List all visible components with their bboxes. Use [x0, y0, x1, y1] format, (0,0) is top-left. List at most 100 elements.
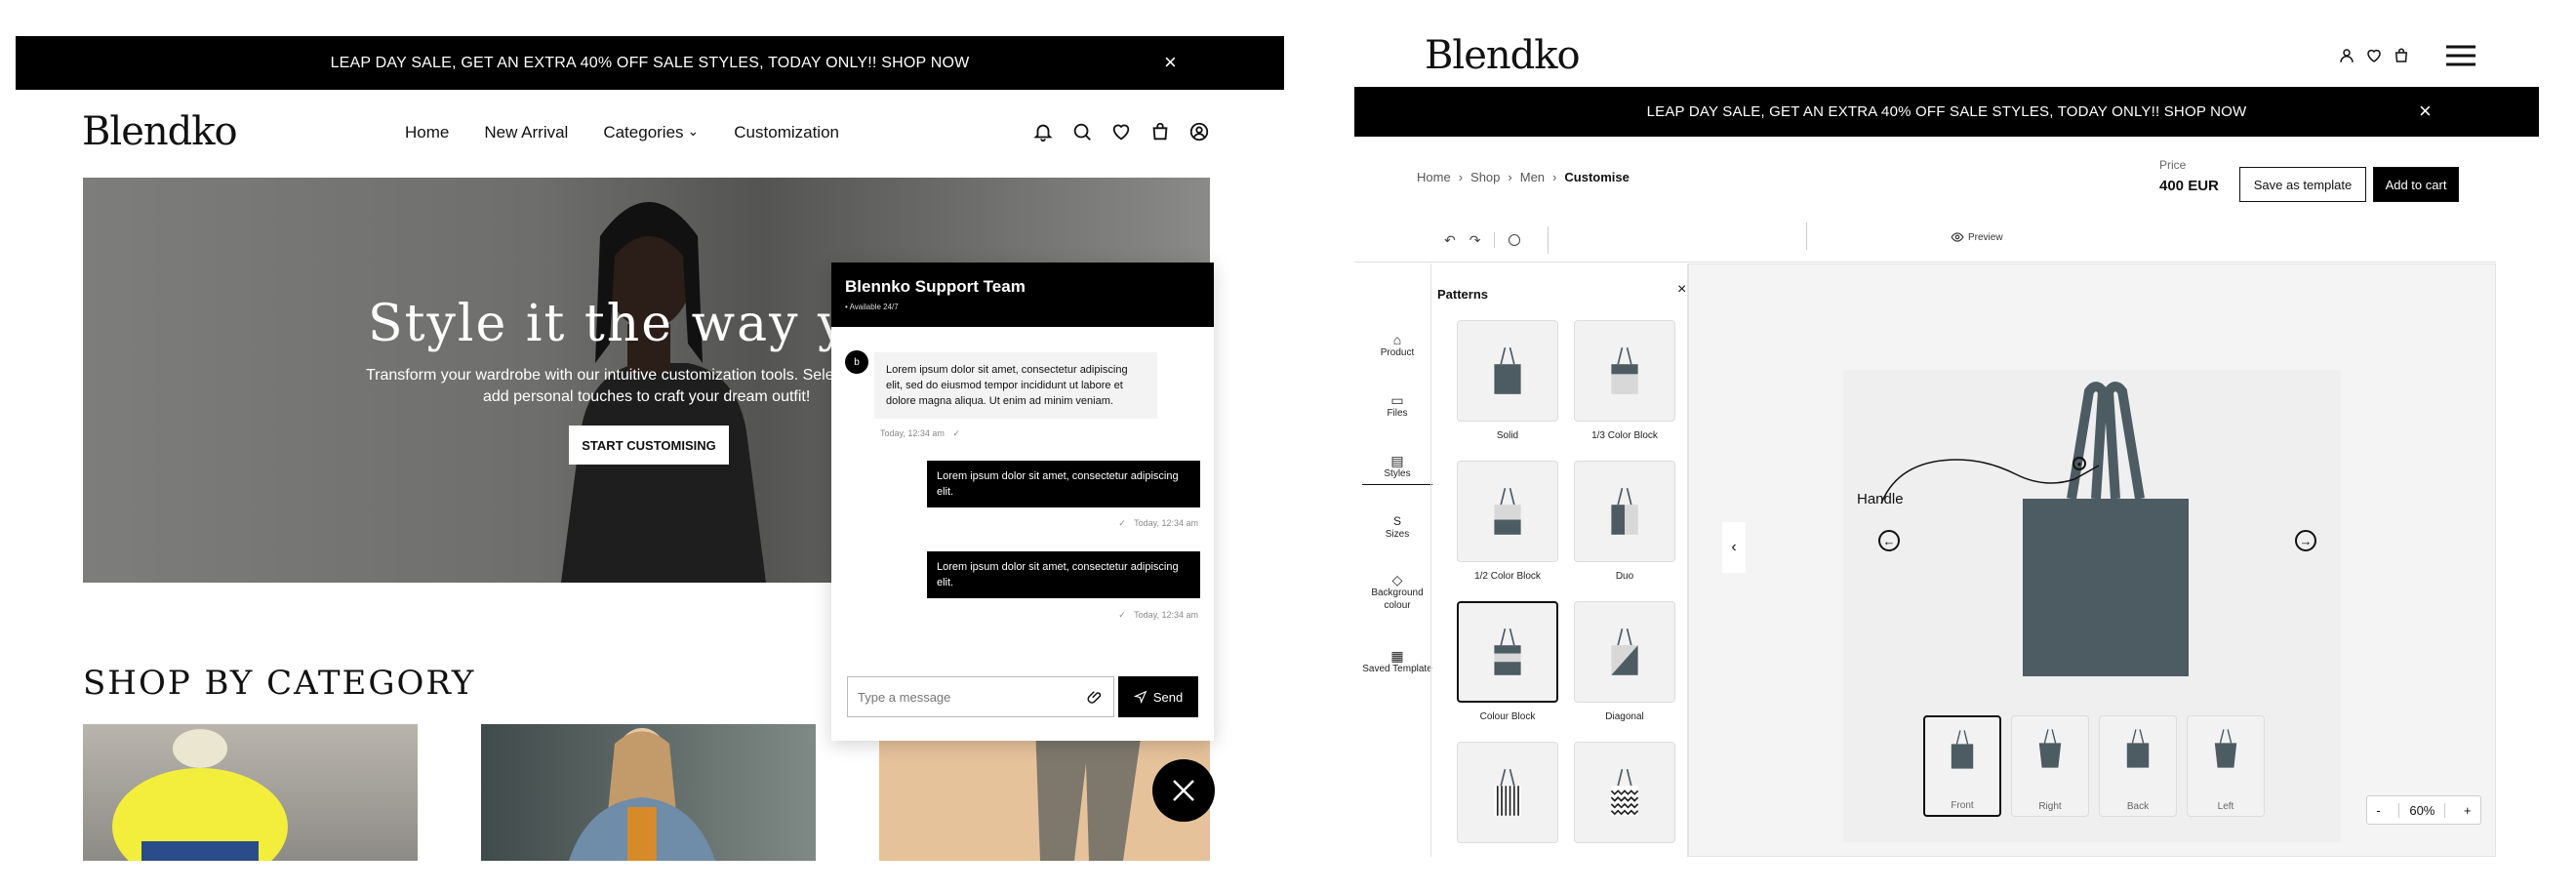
message-input[interactable] — [858, 689, 1072, 705]
save-as-template-button[interactable]: Save as template — [2239, 167, 2366, 202]
promo-close-button[interactable]: × — [1164, 52, 1177, 73]
search-icon[interactable] — [1071, 121, 1093, 142]
tote-right-icon — [2038, 729, 2062, 768]
handle-annotation-line — [1880, 459, 2100, 505]
sidebar-item-product[interactable]: ⌂ Product — [1362, 332, 1432, 359]
send-label: Send — [1152, 689, 1184, 705]
pattern-one-third-block[interactable] — [1574, 320, 1675, 422]
nav-home[interactable]: Home — [405, 123, 449, 142]
view-back[interactable]: Back — [2099, 715, 2177, 817]
chat-title: Blennko Support Team — [845, 277, 1026, 296]
bag-icon[interactable] — [1149, 121, 1171, 142]
heart-icon[interactable] — [1110, 121, 1132, 142]
outgoing-message-2: Lorem ipsum dolor sit amet, consectetur … — [927, 551, 1200, 598]
tote-duo-icon — [1611, 487, 1638, 535]
logo[interactable]: Blendko — [82, 109, 238, 154]
pattern-label-one-third-block: 1/3 Color Block — [1591, 430, 1658, 441]
nav-new-arrival[interactable]: New Arrival — [484, 123, 568, 142]
undo-icon[interactable]: ↶ — [1444, 232, 1456, 249]
canvas-prev-button[interactable]: ‹ — [1722, 522, 1746, 573]
sidebar-item-background-colour[interactable]: ◇ Background colour — [1362, 573, 1432, 612]
styles-icon: ▤ — [1390, 453, 1404, 468]
sidebar-item-styles[interactable]: ▤ Styles — [1362, 453, 1432, 485]
outgoing-message-1: Lorem ipsum dolor sit amet, consectetur … — [927, 461, 1200, 507]
handle-annotation-label: Handle — [1857, 491, 1904, 507]
category-image-denim-jacket — [569, 728, 715, 861]
outgoing-time-1: ✓ Today, 12:34 am — [1118, 518, 1198, 529]
pattern-diagonal[interactable] — [1574, 601, 1675, 703]
price-label: Price — [2159, 158, 2187, 172]
chevron-right-icon: › — [1552, 170, 1557, 184]
rotate-left-button[interactable]: ← — [1878, 530, 1900, 551]
promo-bar: LEAP DAY SALE, GET AN EXTRA 40% OFF SALE… — [16, 36, 1284, 90]
breadcrumb-customise: Customise — [1564, 170, 1630, 184]
pattern-colour-block[interactable] — [1457, 601, 1558, 703]
shop-by-category-title: SHOP BY CATEGORY — [83, 664, 476, 703]
editor-sidebar: ⌂ Product ▭ Files ▤ Styles S Sizes ◇ Bac… — [1362, 264, 1432, 859]
close-icon — [1173, 780, 1194, 801]
nav-customization[interactable]: Customization — [734, 123, 839, 142]
add-to-cart-button[interactable]: Add to cart — [2373, 167, 2459, 202]
pattern-half-block[interactable] — [1457, 461, 1558, 562]
category-card-1[interactable] — [83, 724, 418, 861]
nav-categories-label: Categories — [603, 123, 684, 142]
incoming-time: Today, 12:34 am ✓ — [880, 428, 960, 439]
eye-icon — [1951, 232, 1964, 242]
preview-button[interactable]: Preview — [1951, 230, 2003, 244]
pattern-duo[interactable] — [1574, 461, 1675, 562]
toolbar-divider-2 — [1806, 223, 1807, 250]
start-customising-button[interactable]: START CUSTOMISING — [569, 426, 729, 465]
pattern-label-half-block: 1/2 Color Block — [1474, 571, 1541, 582]
attach-icon[interactable] — [1086, 688, 1104, 706]
message-input-box — [847, 676, 1114, 717]
pattern-stripes[interactable] — [1457, 742, 1558, 843]
zoom-in-button[interactable]: + — [2464, 803, 2472, 818]
user-icon[interactable] — [1188, 121, 1210, 142]
tag-icon: ⌂ — [1392, 332, 1402, 347]
breadcrumb-home[interactable]: Home — [1417, 170, 1451, 184]
customiser-logo[interactable]: Blendko — [1425, 33, 1581, 78]
chat-toggle-button[interactable] — [1152, 759, 1215, 822]
customiser-promo-text[interactable]: LEAP DAY SALE, GET AN EXTRA 40% OFF SALE… — [1647, 103, 2247, 120]
chevron-right-icon: › — [1458, 170, 1464, 184]
header-icons — [1015, 121, 1210, 142]
patterns-close-button[interactable]: × — [1677, 281, 1686, 299]
send-button[interactable]: Send — [1118, 676, 1198, 717]
sidebar-item-saved-template[interactable]: ▦ Saved Template — [1362, 649, 1432, 675]
size-icon: S — [1392, 514, 1401, 528]
rotate-right-button[interactable]: → — [2295, 530, 2316, 551]
category-image-yellow-jacket — [112, 729, 288, 861]
user-icon[interactable] — [2338, 47, 2355, 64]
menu-icon[interactable] — [2445, 44, 2476, 67]
view-front[interactable]: Front — [1923, 715, 2001, 817]
handle-target-icon[interactable]: ● — [2073, 457, 2086, 470]
shape-circle-icon[interactable] — [1509, 234, 1521, 246]
breadcrumb-shop[interactable]: Shop — [1470, 170, 1500, 184]
view-left[interactable]: Left — [2187, 715, 2265, 817]
pattern-zigzag[interactable] — [1574, 742, 1675, 843]
zoom-value: 60% — [2398, 802, 2446, 818]
support-chat-window: Blennko Support Team • Available 24/7 b … — [831, 263, 1214, 741]
sidebar-item-sizes[interactable]: S Sizes — [1362, 515, 1432, 541]
preview-label: Preview — [1968, 231, 2003, 243]
customiser-header-icons — [2320, 44, 2476, 67]
breadcrumb-men[interactable]: Men — [1520, 170, 1545, 184]
redo-icon[interactable]: ↷ — [1469, 232, 1481, 249]
sidebar-label-styles: Styles — [1384, 468, 1411, 479]
pattern-label-solid: Solid — [1496, 430, 1519, 441]
agent-avatar: b — [845, 350, 868, 374]
pattern-solid[interactable] — [1457, 320, 1558, 422]
customiser-promo-close-button[interactable]: × — [2419, 101, 2432, 122]
nav-categories[interactable]: Categories ⌄ — [603, 123, 699, 142]
bell-icon[interactable] — [1032, 121, 1054, 142]
chevron-down-icon: ⌄ — [687, 122, 700, 139]
bag-icon[interactable] — [2393, 47, 2410, 64]
zoom-out-button[interactable]: - — [2376, 803, 2380, 818]
heart-icon[interactable] — [2365, 47, 2383, 64]
tote-diagonal-icon — [1611, 628, 1638, 675]
view-right[interactable]: Right — [2011, 715, 2089, 817]
promo-text[interactable]: LEAP DAY SALE, GET AN EXTRA 40% OFF SALE… — [331, 55, 970, 72]
category-card-2[interactable] — [481, 724, 816, 861]
patterns-title: Patterns — [1437, 287, 1489, 302]
sidebar-item-files[interactable]: ▭ Files — [1362, 393, 1432, 420]
